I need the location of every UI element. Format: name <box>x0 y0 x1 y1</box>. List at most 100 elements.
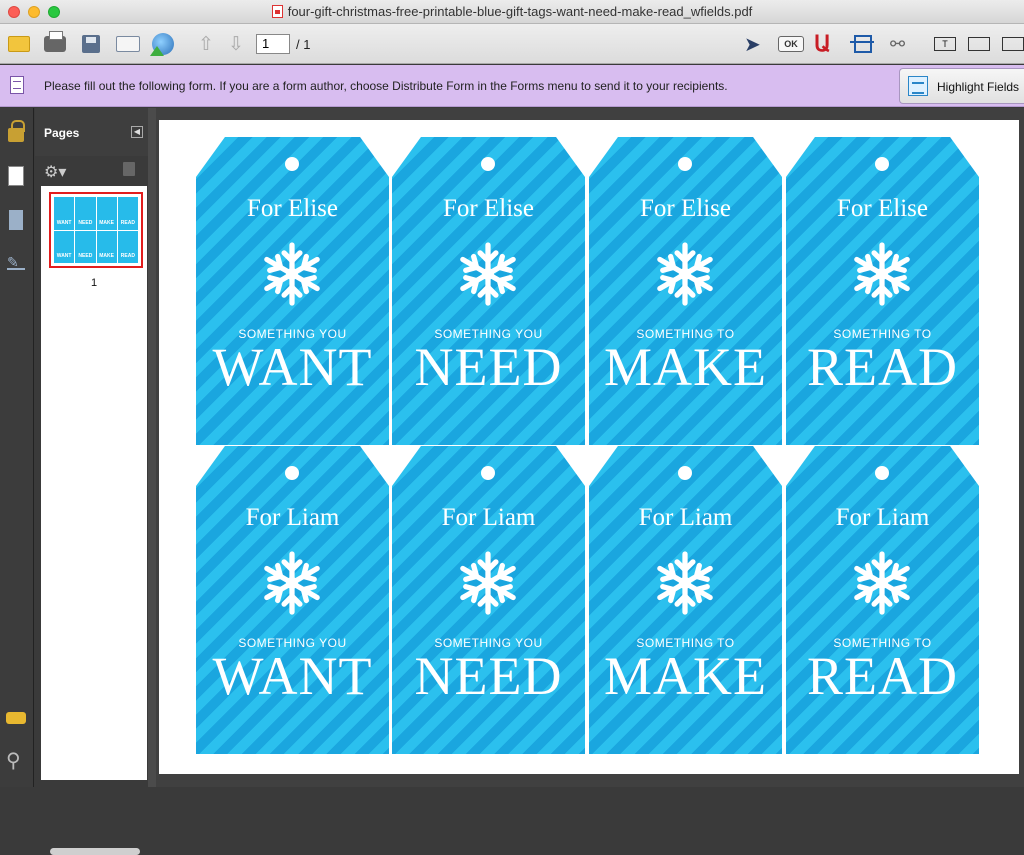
window-title-text: four-gift-christmas-free-printable-blue-… <box>287 4 753 19</box>
signature-field-tool[interactable] <box>1002 32 1024 56</box>
form-message-text: Please fill out the following form. If y… <box>44 79 728 93</box>
button-field-tool[interactable]: OK <box>778 32 804 56</box>
tag-hole <box>481 466 495 480</box>
tag-gift-word: MAKE <box>604 646 767 706</box>
form-message-bar: Please fill out the following form. If y… <box>0 65 1024 107</box>
thumbnail-scrollbar[interactable] <box>50 848 140 855</box>
thumbnail-tag: MAKE <box>96 197 117 230</box>
arrow-up-icon: ⇧ <box>198 33 214 55</box>
tag-gift-word: MAKE <box>604 337 767 397</box>
options-gear-icon[interactable]: ⚙▾ <box>44 162 66 182</box>
gift-tag: For Elise SOMETHING TO READ <box>786 137 979 445</box>
list-field-icon <box>968 37 990 51</box>
previous-page-button[interactable]: ⇧ <box>198 32 214 56</box>
email-icon <box>116 36 140 52</box>
snowflake-icon <box>264 242 320 306</box>
tag-hole <box>678 466 692 480</box>
pages-panel: Pages ◀ ⚙▾ WANT NEED MAKE READ WANT NEED… <box>35 108 148 855</box>
tag-recipient-field[interactable]: For Elise <box>786 195 979 223</box>
form-icon <box>10 76 24 94</box>
comments-icon[interactable] <box>6 712 26 724</box>
tag-recipient-field[interactable]: For Liam <box>392 504 585 532</box>
bookmarks-icon[interactable] <box>9 210 23 230</box>
document-view: For Elise SOMETHING YOU WANT For Elise S… <box>156 108 1024 787</box>
attach-tool-button[interactable]: ⚯ <box>890 32 905 56</box>
snowflake-icon <box>264 551 320 615</box>
tag-recipient-field[interactable]: For Elise <box>392 195 585 223</box>
thumbnail-page-label: 1 <box>90 277 98 289</box>
snowflake-icon <box>657 551 713 615</box>
text-field-tool[interactable]: T <box>934 32 956 56</box>
tag-hole <box>875 157 889 171</box>
thumbnail-tag: READ <box>117 230 138 263</box>
crop-icon <box>850 35 874 53</box>
save-icon <box>82 35 100 53</box>
tag-hole <box>678 157 692 171</box>
signatures-icon[interactable]: ✎ <box>7 254 25 270</box>
pdf-file-icon <box>271 5 283 18</box>
gift-tag: For Liam SOMETHING YOU NEED <box>392 446 585 754</box>
text-field-icon: T <box>934 37 956 51</box>
printer-icon <box>44 31 66 52</box>
pages-panel-header: Pages ◀ <box>35 108 148 156</box>
tag-gift-word: NEED <box>414 646 563 706</box>
page-thumbnail[interactable]: WANT NEED MAKE READ WANT NEED MAKE READ <box>49 192 143 268</box>
pages-panel-icon[interactable] <box>8 166 24 186</box>
tag-recipient-field[interactable]: For Liam <box>196 504 389 532</box>
next-page-button[interactable]: ⇩ <box>228 32 244 56</box>
crop-tool-button[interactable] <box>850 32 874 56</box>
arrow-down-icon: ⇩ <box>228 33 244 55</box>
thumbnail-tag: WANT <box>54 230 75 263</box>
panel-splitter[interactable] <box>148 108 156 787</box>
tag-recipient-field[interactable]: For Elise <box>589 195 782 223</box>
snowflake-icon <box>854 551 910 615</box>
snowflake-icon <box>854 242 910 306</box>
list-field-tool[interactable] <box>968 32 990 56</box>
delete-page-icon[interactable] <box>123 162 135 176</box>
thumbnail-list: WANT NEED MAKE READ WANT NEED MAKE READ … <box>41 186 147 855</box>
link-tool-icon: Ա <box>814 31 831 56</box>
thumbnail-tag: READ <box>117 197 138 230</box>
tag-gift-word: WANT <box>212 646 373 706</box>
open-button[interactable] <box>8 32 30 56</box>
save-button[interactable] <box>82 32 100 56</box>
link-tool-button[interactable]: Ա <box>814 31 831 56</box>
highlight-fields-label: Highlight Fields <box>937 80 1020 94</box>
highlight-fields-icon <box>908 76 928 96</box>
tag-hole <box>285 466 299 480</box>
email-button[interactable] <box>116 32 140 56</box>
tag-recipient-field[interactable]: For Liam <box>786 504 979 532</box>
tag-recipient-field[interactable]: For Liam <box>589 504 782 532</box>
gift-tag: For Liam SOMETHING TO READ <box>786 446 979 754</box>
page-number-input[interactable]: 1 <box>256 34 290 54</box>
print-button[interactable] <box>44 31 66 56</box>
tag-gift-word: READ <box>807 646 958 706</box>
snowflake-icon <box>460 242 516 306</box>
paperclip-icon: ⚯ <box>890 33 906 54</box>
snowflake-icon <box>657 242 713 306</box>
gift-tag: For Liam SOMETHING TO MAKE <box>589 446 782 754</box>
tag-gift-word: NEED <box>414 337 563 397</box>
gift-tag: For Elise SOMETHING TO MAKE <box>589 137 782 445</box>
tag-hole <box>875 466 889 480</box>
pages-panel-title: Pages <box>44 126 80 140</box>
main-toolbar: ⇧ ⇩ ➤ OK Ա ⚯ T <box>0 24 1024 64</box>
security-lock-icon[interactable] <box>8 120 25 142</box>
pdf-page: For Elise SOMETHING YOU WANT For Elise S… <box>159 120 1019 774</box>
snowflake-icon <box>460 551 516 615</box>
title-bar: four-gift-christmas-free-printable-blue-… <box>0 0 1024 24</box>
thumbnail-tag: MAKE <box>96 230 117 263</box>
select-tool-button[interactable]: ➤ <box>744 32 761 56</box>
collapse-panel-button[interactable]: ◀ <box>131 126 143 138</box>
window-title: four-gift-christmas-free-printable-blue-… <box>0 4 1024 19</box>
gift-tag: For Liam SOMETHING YOU WANT <box>196 446 389 754</box>
thumbnail-tag: NEED <box>75 230 96 263</box>
highlight-fields-button[interactable]: Highlight Fields <box>899 68 1024 104</box>
collaborate-button[interactable] <box>150 32 174 56</box>
tag-gift-word: WANT <box>212 337 373 397</box>
gift-tag: For Elise SOMETHING YOU WANT <box>196 137 389 445</box>
attachments-icon[interactable]: ⚲ <box>6 748 21 773</box>
thumbnail-tag: WANT <box>54 197 75 230</box>
page-total: / 1 <box>296 37 311 52</box>
tag-recipient-field[interactable]: For Elise <box>196 195 389 223</box>
